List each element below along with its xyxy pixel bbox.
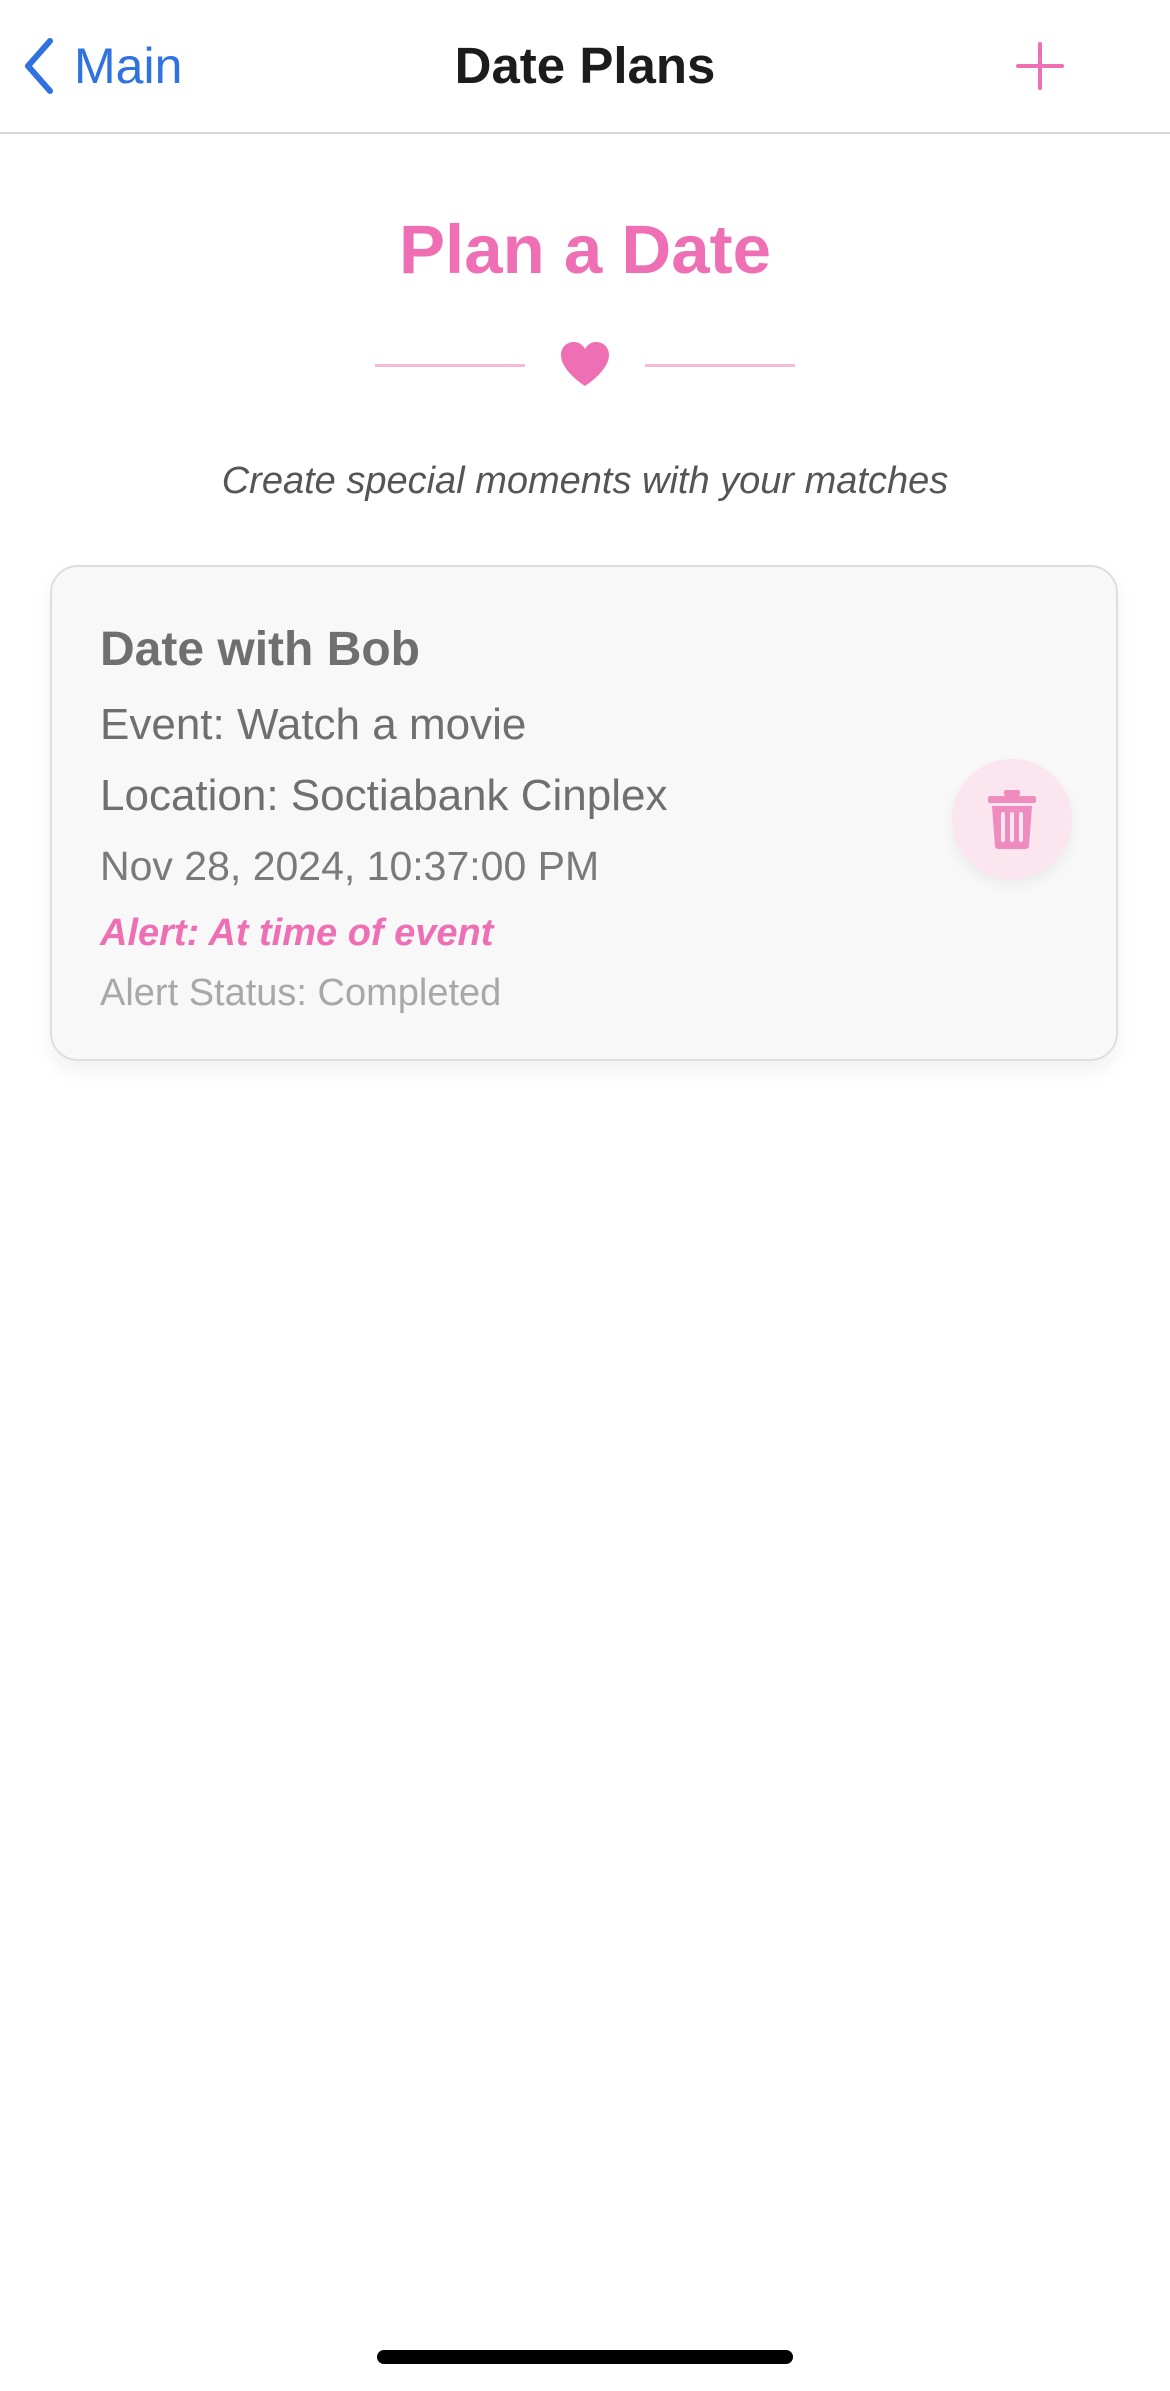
chevron-left-icon: [22, 37, 56, 95]
plan-datetime: Nov 28, 2024, 10:37:00 PM: [100, 843, 600, 889]
header-title: Plan a Date: [399, 211, 771, 288]
date-plan-card[interactable]: Date with Bob Event: Watch a movie Locat…: [50, 565, 1118, 1061]
trash-icon: [985, 788, 1039, 850]
header-subtitle: Create special moments with your matches: [221, 460, 949, 502]
delete-plan-button[interactable]: [952, 759, 1072, 879]
plus-icon: [1010, 36, 1070, 96]
navigation-bar: Main Date Plans: [0, 0, 1170, 134]
divider-line-right: [645, 364, 795, 367]
plan-event: Event: Watch a movie: [100, 700, 527, 749]
plan-name: Date with Bob: [100, 623, 420, 676]
back-button[interactable]: Main: [22, 30, 182, 102]
home-indicator: [377, 2350, 793, 2364]
plan-alert-status: Alert Status: Completed: [100, 972, 502, 1014]
plan-location: Location: Soctiabank Cinplex: [100, 771, 668, 820]
heart-icon: [559, 340, 611, 388]
back-button-label: Main: [74, 38, 183, 94]
plan-alert: Alert: At time of event: [100, 912, 494, 954]
date-plans-screen: Main Date Plans Plan a Date Create speci…: [0, 0, 1170, 2391]
divider-line-left: [375, 364, 525, 367]
add-date-button[interactable]: [1010, 36, 1070, 96]
